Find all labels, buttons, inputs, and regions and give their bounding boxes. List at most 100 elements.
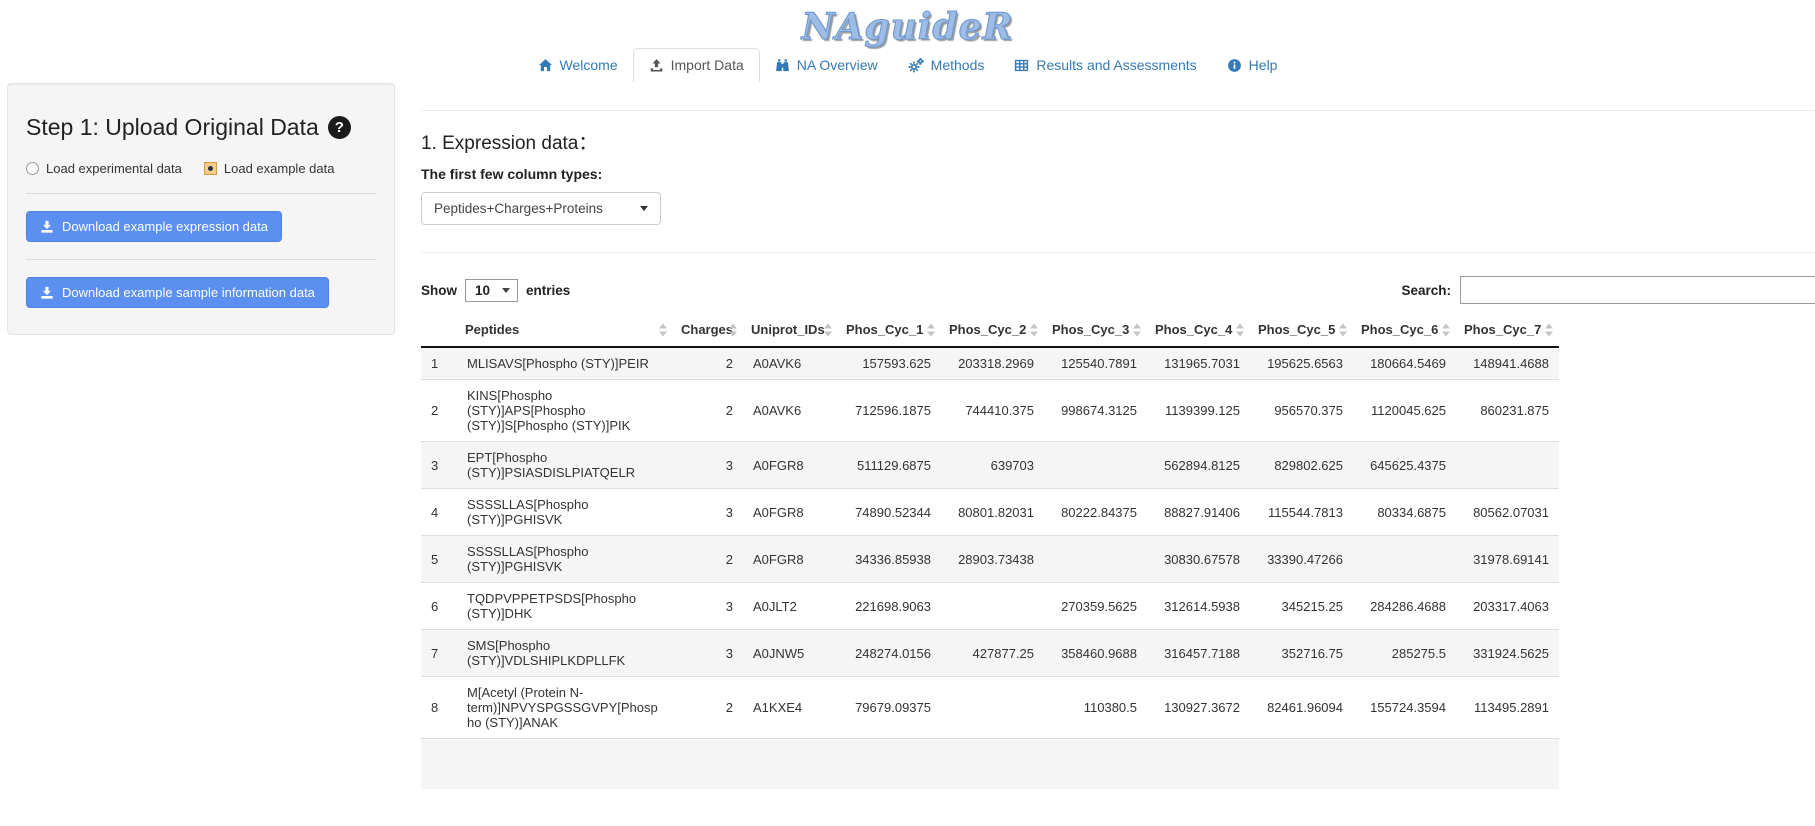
sort-icon bbox=[1030, 323, 1038, 336]
cell-peptide: SMS[Phospho (STY)]VDLSHIPLKDPLLFK bbox=[457, 630, 673, 677]
cell-uniprot: A0FGR8 bbox=[743, 489, 838, 536]
column-header-peptides[interactable]: Peptides bbox=[457, 313, 673, 347]
cell-val: 285275.5 bbox=[1353, 630, 1456, 677]
column-header-phos_cyc_1[interactable]: Phos_Cyc_1 bbox=[838, 313, 941, 347]
caret-down-icon bbox=[502, 288, 510, 293]
cell-charge: 3 bbox=[673, 489, 743, 536]
divider bbox=[26, 259, 376, 260]
radio-selected-icon bbox=[204, 162, 217, 175]
sort-icon bbox=[1545, 323, 1553, 336]
sort-icon bbox=[1339, 323, 1347, 336]
cell-val: 80222.84375 bbox=[1044, 489, 1147, 536]
cell-val: 860231.875 bbox=[1456, 380, 1559, 442]
table-row: 8M[Acetyl (Protein N-term)]NPVYSPGSSGVPY… bbox=[421, 677, 1559, 739]
table-row: 1MLISAVS[Phospho (STY)]PEIR2A0AVK6157593… bbox=[421, 347, 1559, 380]
column-header-phos_cyc_3[interactable]: Phos_Cyc_3 bbox=[1044, 313, 1147, 347]
sort-icon bbox=[1133, 323, 1141, 336]
table-body: 1MLISAVS[Phospho (STY)]PEIR2A0AVK6157593… bbox=[421, 347, 1559, 789]
info-circle-icon bbox=[1227, 58, 1242, 73]
cell-val: 956570.375 bbox=[1250, 380, 1353, 442]
download-example-expression-data-button[interactable]: Download example expression data bbox=[26, 211, 282, 242]
cell-val: 203318.2969 bbox=[941, 347, 1044, 380]
cell-val: 30830.67578 bbox=[1147, 536, 1250, 583]
cell-val: 312614.5938 bbox=[1147, 583, 1250, 630]
page-length-select[interactable]: 10 bbox=[465, 279, 518, 302]
search-input[interactable] bbox=[1460, 276, 1815, 304]
main-panel: 1. Expression data： The first few column… bbox=[395, 83, 1815, 789]
cell-num: 7 bbox=[421, 630, 457, 677]
cell-val: 358460.9688 bbox=[1044, 630, 1147, 677]
cell-uniprot: A1KXE4 bbox=[743, 677, 838, 739]
tab-methods[interactable]: Methods bbox=[893, 49, 1000, 82]
column-types-select[interactable]: Peptides+Charges+Proteins bbox=[421, 192, 661, 225]
cell-charge: 3 bbox=[673, 630, 743, 677]
cell-val bbox=[941, 677, 1044, 739]
cell-val bbox=[1044, 442, 1147, 489]
cell-val bbox=[1353, 536, 1456, 583]
column-header-uniprot_ids[interactable]: Uniprot_IDs bbox=[743, 313, 838, 347]
divider bbox=[421, 252, 1815, 253]
download-example-sample-information-data-button[interactable]: Download example sample information data bbox=[26, 277, 329, 308]
cell-val: 221698.9063 bbox=[838, 583, 941, 630]
cell-peptide: SSSSLLAS[Phospho (STY)]PGHISVK bbox=[457, 536, 673, 583]
column-header-phos_cyc_4[interactable]: Phos_Cyc_4 bbox=[1147, 313, 1250, 347]
cell-uniprot: A0AVK6 bbox=[743, 347, 838, 380]
radio-load-example-data[interactable]: Load example data bbox=[204, 161, 335, 176]
tab-results-assessments[interactable]: Results and Assessments bbox=[999, 49, 1211, 82]
cell-val bbox=[941, 583, 1044, 630]
column-types-label: The first few column types: bbox=[421, 166, 1815, 182]
cell-val: 195625.6563 bbox=[1250, 347, 1353, 380]
sort-icon bbox=[1442, 323, 1450, 336]
column-types-selected-value: Peptides+Charges+Proteins bbox=[434, 201, 603, 216]
question-circle-icon[interactable]: ? bbox=[328, 116, 351, 139]
radio-load-experimental-data[interactable]: Load experimental data bbox=[26, 161, 182, 176]
cell-uniprot: A0FGR8 bbox=[743, 442, 838, 489]
download-icon bbox=[40, 220, 54, 234]
sort-icon bbox=[729, 323, 737, 336]
column-header-phos_cyc_7[interactable]: Phos_Cyc_7 bbox=[1456, 313, 1559, 347]
cell-val: 82461.96094 bbox=[1250, 677, 1353, 739]
cell-peptide: EPT[Phospho (STY)]PSIASDISLPIATQELR bbox=[457, 442, 673, 489]
cell-charge: 2 bbox=[673, 347, 743, 380]
column-header-charges[interactable]: Charges bbox=[673, 313, 743, 347]
data-source-radio-group: Load experimental data Load example data bbox=[26, 161, 376, 176]
entries-label: entries bbox=[526, 283, 570, 298]
cell-val: 155724.3594 bbox=[1353, 677, 1456, 739]
cell-peptide: MLISAVS[Phospho (STY)]PEIR bbox=[457, 347, 673, 380]
cell-val: 74890.52344 bbox=[838, 489, 941, 536]
expression-data-title: 1. Expression data： bbox=[421, 128, 1815, 155]
cell-charge: 2 bbox=[673, 380, 743, 442]
cell-val: 829802.625 bbox=[1250, 442, 1353, 489]
cell-val bbox=[1456, 442, 1559, 489]
naguider-app: NAguideR Welcome Import Data NA Overview… bbox=[0, 0, 1815, 826]
expression-data-table: PeptidesChargesUniprot_IDsPhos_Cyc_1Phos… bbox=[421, 313, 1559, 789]
sidebar-panel: Step 1: Upload Original Data ? Load expe… bbox=[7, 83, 395, 335]
search-container: Search: bbox=[1401, 276, 1815, 304]
tab-import-data[interactable]: Import Data bbox=[633, 48, 760, 82]
app-logo: NAguideR bbox=[802, 7, 1014, 47]
column-header-phos_cyc_5[interactable]: Phos_Cyc_5 bbox=[1250, 313, 1353, 347]
cell-num: 6 bbox=[421, 583, 457, 630]
tab-na-overview[interactable]: NA Overview bbox=[760, 49, 893, 82]
sort-icon bbox=[927, 323, 935, 336]
cell-peptide: SSSSLLAS[Phospho (STY)]PGHISVK bbox=[457, 489, 673, 536]
cell-val: 34336.85938 bbox=[838, 536, 941, 583]
cell-num: 1 bbox=[421, 347, 457, 380]
tab-help[interactable]: Help bbox=[1212, 49, 1293, 82]
cell-val: 157593.625 bbox=[838, 347, 941, 380]
cell-uniprot: A0AVK6 bbox=[743, 380, 838, 442]
cell-charge: 2 bbox=[673, 536, 743, 583]
cell-num: 3 bbox=[421, 442, 457, 489]
column-header-phos_cyc_6[interactable]: Phos_Cyc_6 bbox=[1353, 313, 1456, 347]
cell-val: 352716.75 bbox=[1250, 630, 1353, 677]
column-header-phos_cyc_2[interactable]: Phos_Cyc_2 bbox=[941, 313, 1044, 347]
table-header-row: PeptidesChargesUniprot_IDsPhos_Cyc_1Phos… bbox=[421, 313, 1559, 347]
table-row: 2KINS[Phospho (STY)]APS[Phospho (STY)]S[… bbox=[421, 380, 1559, 442]
cell-val: 639703 bbox=[941, 442, 1044, 489]
tab-welcome[interactable]: Welcome bbox=[523, 49, 633, 82]
header: NAguideR bbox=[0, 0, 1815, 47]
cell-val: 427877.25 bbox=[941, 630, 1044, 677]
cell-val: 33390.47266 bbox=[1250, 536, 1353, 583]
cell-val: 998674.3125 bbox=[1044, 380, 1147, 442]
table-row: 7SMS[Phospho (STY)]VDLSHIPLKDPLLFK3A0JNW… bbox=[421, 630, 1559, 677]
